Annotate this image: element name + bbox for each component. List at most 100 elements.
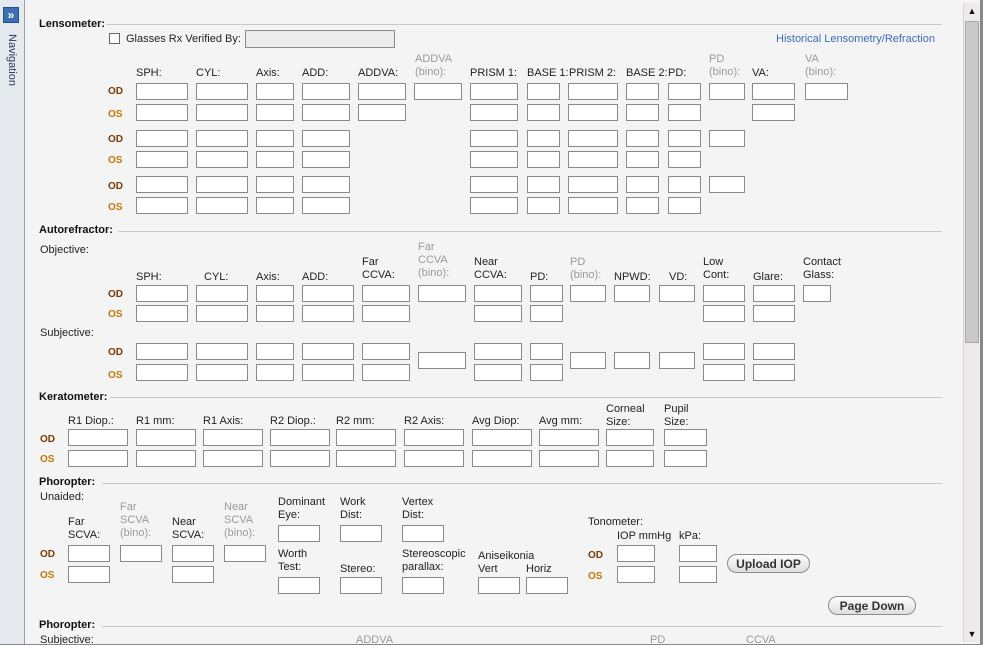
ar-obj-os-low-cont[interactable] <box>703 305 745 322</box>
lenso1-od-va[interactable] <box>752 83 795 100</box>
lenso1-od-pd[interactable] <box>668 83 701 100</box>
ar-obj-os-near-ccva[interactable] <box>474 305 522 322</box>
ar-subj-os-sph[interactable] <box>136 364 188 381</box>
ph-od-far-scva[interactable] <box>68 545 110 562</box>
k-os-r2-axis[interactable] <box>404 450 464 467</box>
lenso3-os-axis[interactable] <box>256 197 294 214</box>
ph-stereoscopic-parallax[interactable] <box>402 577 444 594</box>
ph-stereo[interactable] <box>340 577 382 594</box>
ar-obj-od-sph[interactable] <box>136 285 188 302</box>
k-os-corneal-size[interactable] <box>606 450 654 467</box>
k-od-pupil-size[interactable] <box>664 429 707 446</box>
lenso2-od-cyl[interactable] <box>196 130 248 147</box>
k-os-r1-mm[interactable] <box>136 450 196 467</box>
lenso1-od-addva[interactable] <box>358 83 406 100</box>
ar-subj-od-far-ccva[interactable] <box>362 343 410 360</box>
lenso1-os-cyl[interactable] <box>196 104 248 121</box>
k-os-r1-axis[interactable] <box>203 450 263 467</box>
k-os-avg-diop[interactable] <box>472 450 532 467</box>
lenso3-od-axis[interactable] <box>256 176 294 193</box>
lenso2-od-base1[interactable] <box>527 130 560 147</box>
lenso1-os-prism2[interactable] <box>568 104 618 121</box>
ar-subj-od-glare[interactable] <box>753 343 795 360</box>
lenso3-od-prism1[interactable] <box>470 176 518 193</box>
ph-dominant-eye[interactable] <box>278 525 320 542</box>
ar-subj-od-add[interactable] <box>302 343 354 360</box>
ar-obj-od-cyl[interactable] <box>196 285 248 302</box>
lenso3-os-base2[interactable] <box>626 197 659 214</box>
ar-obj-far-ccva-bino[interactable] <box>418 285 466 302</box>
k-os-r2-diop[interactable] <box>270 450 330 467</box>
lenso2-os-base2[interactable] <box>626 151 659 168</box>
ph-os-far-scva[interactable] <box>68 566 110 583</box>
lenso1-od-base1[interactable] <box>527 83 560 100</box>
ph-far-scva-bino[interactable] <box>120 545 162 562</box>
ar-subj-os-add[interactable] <box>302 364 354 381</box>
lenso1-os-addva[interactable] <box>358 104 406 121</box>
scroll-up-icon[interactable]: ▲ <box>964 3 980 19</box>
k-od-r2-diop[interactable] <box>270 429 330 446</box>
ar-subj-od-low-cont[interactable] <box>703 343 745 360</box>
k-od-r2-axis[interactable] <box>404 429 464 446</box>
lenso1-os-prism1[interactable] <box>470 104 518 121</box>
lenso3-os-add[interactable] <box>302 197 350 214</box>
lenso1-os-add[interactable] <box>302 104 350 121</box>
lenso1-od-cyl[interactable] <box>196 83 248 100</box>
lenso2-os-base1[interactable] <box>527 151 560 168</box>
lenso2-od-prism1[interactable] <box>470 130 518 147</box>
iop-od-kpa[interactable] <box>679 545 717 562</box>
lenso2-os-prism2[interactable] <box>568 151 618 168</box>
page-down-button[interactable]: Page Down <box>828 596 916 615</box>
iop-os-mmhg[interactable] <box>617 566 655 583</box>
ar-subj-os-far-ccva[interactable] <box>362 364 410 381</box>
ar-subj-od-pd[interactable] <box>530 343 563 360</box>
ph-aniseikonia-vert[interactable] <box>478 577 520 594</box>
ar-obj-os-glare[interactable] <box>753 305 795 322</box>
ar-obj-od-glare[interactable] <box>753 285 795 302</box>
lenso1-od-axis[interactable] <box>256 83 294 100</box>
navigation-label[interactable]: Navigation <box>6 34 18 86</box>
ar-subj-npwd[interactable] <box>614 352 650 369</box>
k-od-avg-mm[interactable] <box>539 429 599 446</box>
lenso3-os-base1[interactable] <box>527 197 560 214</box>
ar-obj-contact-glass[interactable] <box>803 285 831 302</box>
lenso2-os-cyl[interactable] <box>196 151 248 168</box>
lenso2-pd-bino[interactable] <box>709 130 745 147</box>
ar-subj-far-ccva-bino[interactable] <box>418 352 466 369</box>
lenso1-os-pd[interactable] <box>668 104 701 121</box>
lenso2-os-sph[interactable] <box>136 151 188 168</box>
lenso1-os-va[interactable] <box>752 104 795 121</box>
ph-vertex-dist[interactable] <box>402 525 444 542</box>
lenso1-pd-bino[interactable] <box>709 83 745 100</box>
lenso3-os-prism2[interactable] <box>568 197 618 214</box>
ar-subj-od-sph[interactable] <box>136 343 188 360</box>
k-os-avg-mm[interactable] <box>539 450 599 467</box>
lenso2-os-axis[interactable] <box>256 151 294 168</box>
lenso1-os-base2[interactable] <box>626 104 659 121</box>
k-os-pupil-size[interactable] <box>664 450 707 467</box>
ph-work-dist[interactable] <box>340 525 382 542</box>
lenso2-os-pd[interactable] <box>668 151 701 168</box>
lenso3-pd-bino[interactable] <box>709 176 745 193</box>
ph-near-scva-bino[interactable] <box>224 545 266 562</box>
ph-os-near-scva[interactable] <box>172 566 214 583</box>
ph-aniseikonia-horiz[interactable] <box>526 577 568 594</box>
ar-subj-pd-bino[interactable] <box>570 352 606 369</box>
historical-lensometry-link[interactable]: Historical Lensometry/Refraction <box>776 33 935 45</box>
lenso3-os-prism1[interactable] <box>470 197 518 214</box>
ar-subj-od-axis[interactable] <box>256 343 294 360</box>
ar-obj-od-add[interactable] <box>302 285 354 302</box>
ar-obj-os-axis[interactable] <box>256 305 294 322</box>
ar-obj-os-sph[interactable] <box>136 305 188 322</box>
lenso1-os-sph[interactable] <box>136 104 188 121</box>
ar-subj-os-cyl[interactable] <box>196 364 248 381</box>
ar-obj-os-add[interactable] <box>302 305 354 322</box>
ar-obj-vd[interactable] <box>659 285 695 302</box>
lenso1-va-bino[interactable] <box>805 83 848 100</box>
ph-od-near-scva[interactable] <box>172 545 214 562</box>
iop-od-mmhg[interactable] <box>617 545 655 562</box>
lenso1-os-base1[interactable] <box>527 104 560 121</box>
lenso1-od-prism2[interactable] <box>568 83 618 100</box>
ar-obj-od-near-ccva[interactable] <box>474 285 522 302</box>
ar-subj-vd[interactable] <box>659 352 695 369</box>
